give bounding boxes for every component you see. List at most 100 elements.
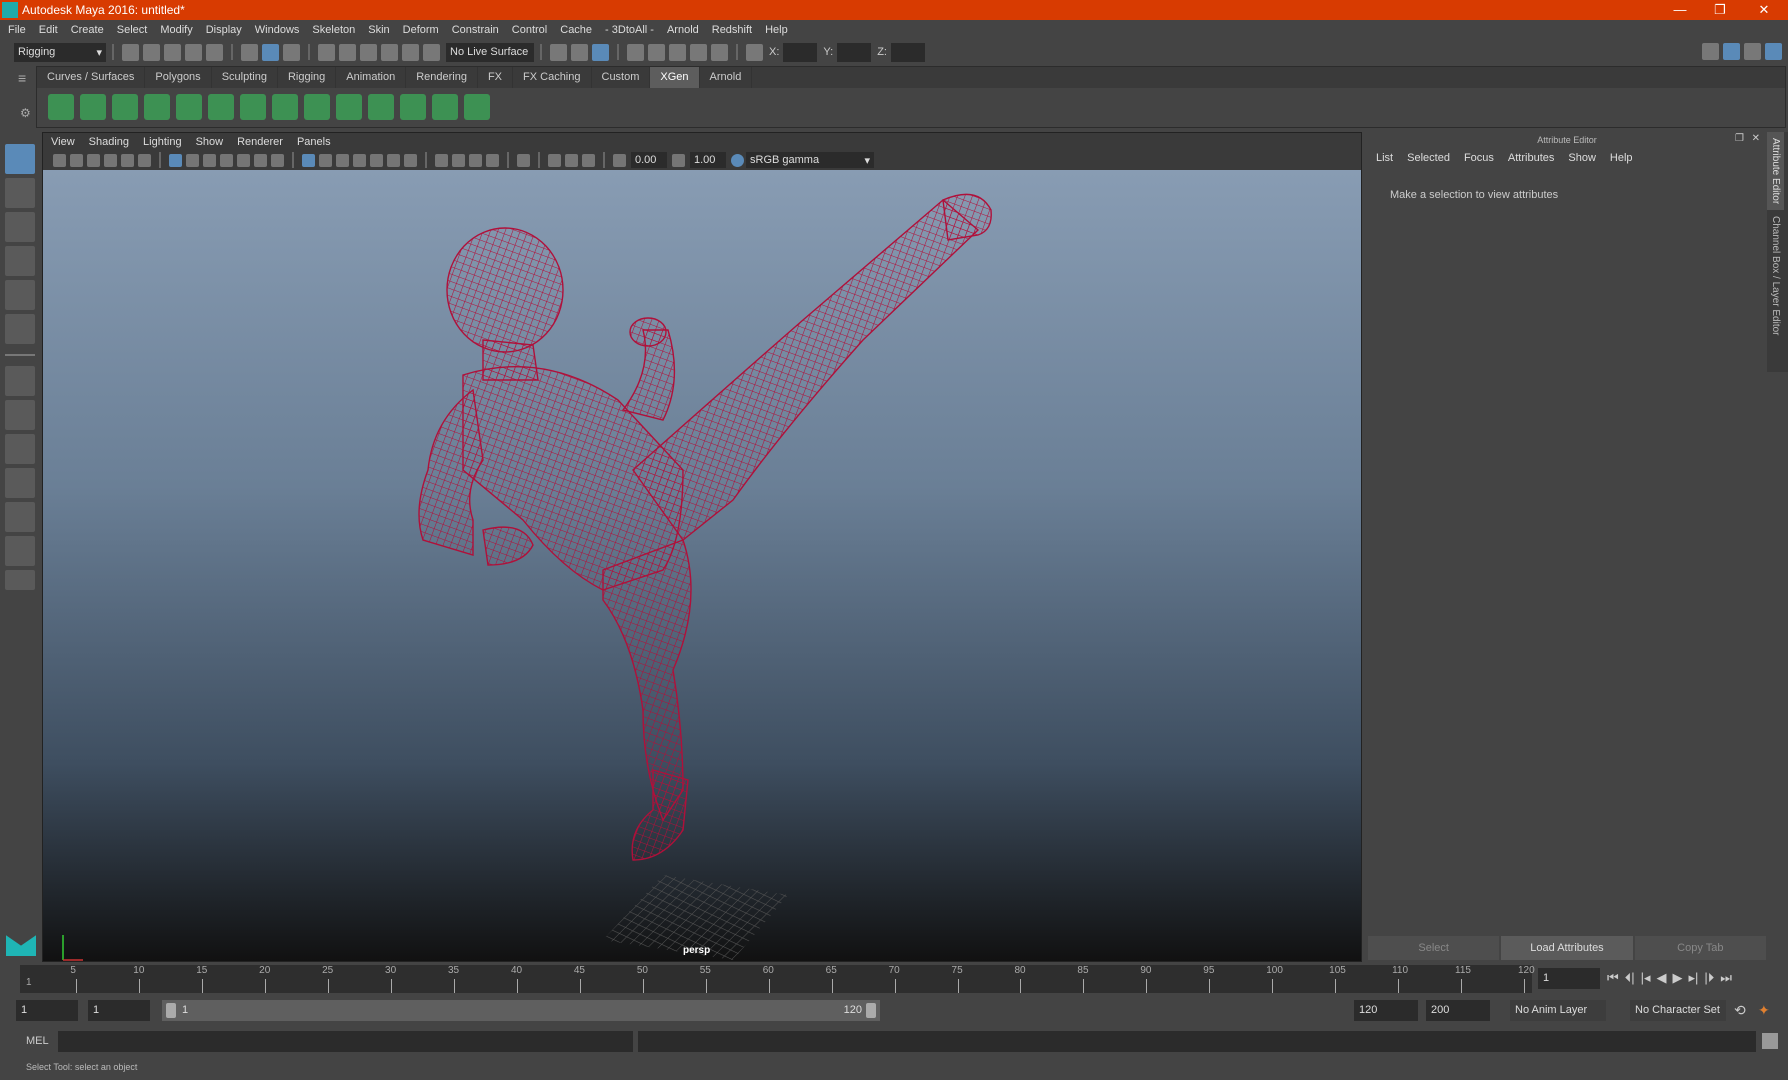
construction-history-icon[interactable] (592, 43, 609, 61)
step-forward-frame-button[interactable]: ▸| (1689, 970, 1699, 986)
attr-menu-selected[interactable]: Selected (1407, 152, 1450, 164)
textured-icon[interactable] (370, 153, 383, 167)
tab-attribute-editor[interactable]: Attribute Editor (1767, 132, 1784, 211)
four-view-layout-icon[interactable] (5, 400, 35, 430)
wireframe-icon[interactable] (302, 153, 315, 167)
color-space-dropdown[interactable]: sRGB gamma ▾ (746, 152, 874, 168)
lights-icon[interactable] (387, 153, 400, 167)
x-field[interactable] (783, 42, 818, 62)
grid-icon[interactable] (169, 153, 182, 167)
attr-menu-help[interactable]: Help (1610, 152, 1633, 164)
viewport-menu-renderer[interactable]: Renderer (237, 136, 283, 148)
attr-menu-focus[interactable]: Focus (1464, 152, 1494, 164)
menu-create[interactable]: Create (71, 24, 104, 36)
ambient-occlusion-icon[interactable] (435, 153, 448, 167)
script-editor-icon[interactable] (1762, 1033, 1778, 1049)
color-management-toggle-icon[interactable] (731, 153, 744, 167)
xray-active-icon[interactable] (565, 153, 578, 167)
maya-home-logo-icon[interactable] (6, 935, 36, 956)
attribute-editor-toggle-icon[interactable] (1723, 43, 1740, 60)
float-panel-icon[interactable]: ❐ (1735, 133, 1744, 144)
xgen-editor-icon[interactable] (48, 94, 74, 120)
attr-menu-show[interactable]: Show (1568, 152, 1596, 164)
tab-rendering[interactable]: Rendering (406, 67, 478, 88)
transform-mode-icon[interactable] (746, 43, 763, 61)
tab-custom[interactable]: Custom (592, 67, 651, 88)
range-slider[interactable]: 1 120 (162, 1000, 880, 1021)
tool-settings-icon[interactable] (1744, 43, 1761, 60)
clear-preview-icon[interactable] (112, 94, 138, 120)
groom-icon[interactable] (336, 94, 362, 120)
tab-sculpting[interactable]: Sculpting (212, 67, 278, 88)
image-plane-icon[interactable] (104, 153, 117, 167)
snap-grid-icon[interactable] (318, 43, 335, 61)
snap-projected-icon[interactable] (381, 43, 398, 61)
gamma-icon[interactable] (672, 153, 685, 167)
close-panel-icon[interactable]: ✕ (1752, 133, 1760, 144)
tab-fx[interactable]: FX (478, 67, 514, 88)
menu-3dtoall[interactable]: - 3DtoAll - (605, 24, 654, 36)
anim-layer-dropdown[interactable]: No Anim Layer (1510, 1000, 1606, 1021)
viewport-menu-show[interactable]: Show (196, 136, 224, 148)
character-set-dropdown[interactable]: No Character Set (1630, 1000, 1726, 1021)
menu-file[interactable]: File (8, 24, 26, 36)
safe-action-icon[interactable] (254, 153, 267, 167)
close-button[interactable]: ✕ (1744, 0, 1784, 20)
rotate-tool-icon[interactable] (5, 280, 35, 310)
menu-control[interactable]: Control (512, 24, 547, 36)
snap-view-plane-icon[interactable] (402, 43, 419, 61)
y-field[interactable] (837, 42, 872, 62)
guide-length-icon[interactable] (304, 94, 330, 120)
gate-mask-icon[interactable] (220, 153, 233, 167)
output-ops-icon[interactable] (571, 43, 588, 61)
playback-start-field[interactable]: 1 (88, 1000, 150, 1021)
film-gate-icon[interactable] (186, 153, 199, 167)
minimize-button[interactable]: — (1660, 0, 1700, 20)
select-object-icon[interactable] (262, 43, 279, 61)
new-scene-icon[interactable] (122, 43, 139, 61)
anti-aliasing-icon[interactable] (469, 153, 482, 167)
select-tool-icon[interactable] (5, 144, 35, 174)
camera-icon[interactable] (53, 153, 66, 167)
xray-icon[interactable] (548, 153, 561, 167)
lock-guide-icon[interactable] (272, 94, 298, 120)
open-scene-icon[interactable] (143, 43, 160, 61)
animation-preferences-icon[interactable]: ✦ (1758, 1002, 1770, 1019)
step-back-frame-button[interactable]: |◂ (1641, 970, 1651, 986)
snap-point-icon[interactable] (360, 43, 377, 61)
ipr-render-icon[interactable] (669, 43, 686, 61)
exposure-field[interactable]: 0.00 (631, 152, 667, 168)
channel-box-toggle-icon[interactable] (1765, 43, 1782, 60)
2d-pan-zoom-icon[interactable] (121, 153, 134, 167)
sculpt-guide-icon[interactable] (240, 94, 266, 120)
flip-guide-icon[interactable] (368, 94, 394, 120)
auto-key-icon[interactable]: ⟲ (1734, 1002, 1746, 1019)
viewport-menu-shading[interactable]: Shading (89, 136, 129, 148)
copy-tab-button[interactable]: Copy Tab (1634, 936, 1766, 960)
outliner-layout-icon[interactable] (5, 502, 35, 532)
go-to-start-button[interactable]: ⏮ (1607, 970, 1619, 986)
shelf-settings-gear-icon[interactable]: ⚙ (20, 106, 31, 120)
camera-attributes-icon[interactable] (70, 153, 83, 167)
menu-deform[interactable]: Deform (403, 24, 439, 36)
redo-icon[interactable] (206, 43, 223, 61)
command-language-label[interactable]: MEL (26, 1035, 49, 1047)
create-description-icon[interactable] (144, 94, 170, 120)
attr-menu-attributes[interactable]: Attributes (1508, 152, 1554, 164)
isolate-select-icon[interactable] (517, 153, 530, 167)
menu-set-dropdown[interactable]: Rigging ▾ (14, 42, 106, 62)
safe-title-icon[interactable] (271, 153, 284, 167)
smooth-shade-icon[interactable] (319, 153, 332, 167)
play-backward-button[interactable]: ◀ (1657, 970, 1667, 986)
step-back-key-button[interactable]: ⏴| (1625, 970, 1635, 986)
end-time-field[interactable]: 200 (1426, 1000, 1490, 1021)
select-component-icon[interactable] (283, 43, 300, 61)
select-button[interactable]: Select (1368, 936, 1500, 960)
z-field[interactable] (890, 42, 925, 62)
motion-blur-icon[interactable] (452, 153, 465, 167)
tab-animation[interactable]: Animation (336, 67, 407, 88)
menu-help[interactable]: Help (765, 24, 788, 36)
rebuild-guide-icon[interactable] (432, 94, 458, 120)
render-view-icon[interactable] (627, 43, 644, 61)
field-chart-icon[interactable] (237, 153, 250, 167)
